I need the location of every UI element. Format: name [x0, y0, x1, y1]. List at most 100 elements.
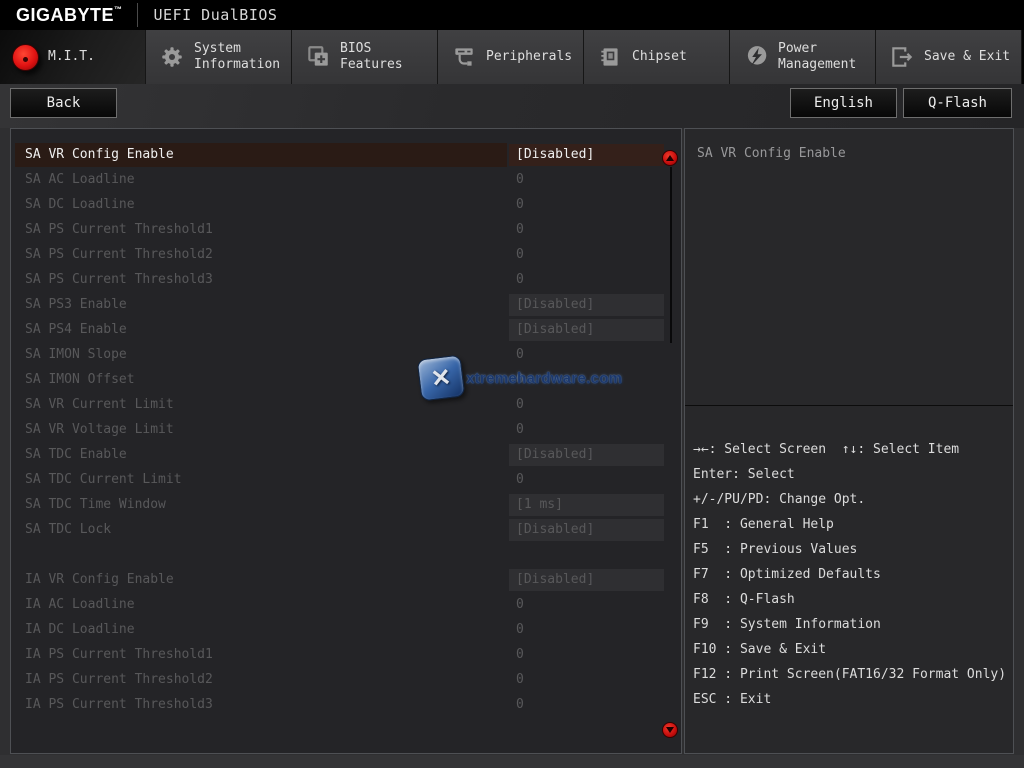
qflash-button[interactable]: Q-Flash [903, 88, 1012, 118]
setting-value: [Disabled] [516, 572, 594, 587]
setting-label: SA TDC Current Limit [25, 472, 182, 487]
settings-row[interactable]: SA VR Config Enable [Disabled] [11, 143, 681, 168]
settings-row[interactable]: IA AC Loadline 0 [11, 593, 681, 618]
tab-label: M.I.T. [48, 49, 145, 65]
setting-value: [Disabled] [516, 297, 594, 312]
mit-red-dot-icon [12, 44, 39, 71]
tab-power-management[interactable]: Power Management [730, 30, 876, 84]
setting-label: SA TDC Lock [25, 522, 111, 537]
bios-features-icon [304, 44, 331, 71]
key-legend: →←: Select Screen ↑↓: Select ItemEnter: … [693, 437, 1011, 712]
help-title: SA VR Config Enable [697, 146, 846, 161]
settings-row[interactable]: IA PS Current Threshold3 0 [11, 693, 681, 718]
settings-row[interactable]: SA VR Voltage Limit 0 [11, 418, 681, 443]
toolbar: Back English Q-Flash [0, 84, 1024, 128]
setting-value: 0 [516, 697, 524, 712]
legend-line: F12 : Print Screen(FAT16/32 Format Only) [693, 662, 1011, 687]
setting-label: SA PS Current Threshold1 [25, 222, 213, 237]
setting-label: SA IMON Offset [25, 372, 135, 387]
setting-label: SA IMON Slope [25, 347, 127, 362]
tab-mit[interactable]: M.I.T. [0, 30, 146, 84]
settings-list: SA VR Config Enable [Disabled] SA AC Loa… [11, 143, 681, 718]
gear-icon [158, 44, 185, 71]
legend-line: Enter: Select [693, 462, 1011, 487]
save-exit-icon [888, 44, 915, 71]
settings-row[interactable]: SA IMON Offset 0 [11, 368, 681, 393]
settings-row[interactable]: IA PS Current Threshold2 0 [11, 668, 681, 693]
settings-row[interactable]: SA TDC Time Window [1 ms] [11, 493, 681, 518]
setting-value: [Disabled] [516, 322, 594, 337]
setting-value: 0 [516, 597, 524, 612]
product-title: UEFI DualBIOS [154, 6, 278, 24]
setting-value: 0 [516, 472, 524, 487]
settings-row[interactable]: IA PS Current Threshold1 0 [11, 643, 681, 668]
legend-line: →←: Select Screen ↑↓: Select Item [693, 437, 1011, 462]
setting-label: SA PS Current Threshold3 [25, 272, 213, 287]
settings-row[interactable]: SA TDC Current Limit 0 [11, 468, 681, 493]
settings-row[interactable]: SA PS4 Enable [Disabled] [11, 318, 681, 343]
power-icon [742, 44, 769, 71]
setting-label: IA AC Loadline [25, 597, 135, 612]
settings-row[interactable]: SA PS Current Threshold1 0 [11, 218, 681, 243]
tab-label: Peripherals [486, 49, 583, 65]
setting-label: IA DC Loadline [25, 622, 135, 637]
legend-line: F1 : General Help [693, 512, 1011, 537]
setting-label: SA VR Voltage Limit [25, 422, 174, 437]
settings-row[interactable]: SA VR Current Limit 0 [11, 393, 681, 418]
setting-label: SA PS4 Enable [25, 322, 127, 337]
settings-row[interactable]: SA AC Loadline 0 [11, 168, 681, 193]
legend-line: ESC : Exit [693, 687, 1011, 712]
tab-system-information[interactable]: System Information [146, 30, 292, 84]
tab-peripherals[interactable]: Peripherals [438, 30, 584, 84]
settings-row[interactable]: SA TDC Lock [Disabled] [11, 518, 681, 543]
setting-value: [Disabled] [516, 447, 594, 462]
tab-chipset[interactable]: Chipset [584, 30, 730, 84]
gigabyte-logo: GIGABYTE™ [16, 5, 123, 26]
setting-label: SA DC Loadline [25, 197, 135, 212]
scroll-down-icon[interactable] [662, 722, 678, 738]
legend-line: F8 : Q-Flash [693, 587, 1011, 612]
setting-label: SA VR Current Limit [25, 397, 174, 412]
tab-label: System Information [194, 41, 291, 73]
setting-label: IA PS Current Threshold1 [25, 647, 213, 662]
tab-label: Save & Exit [924, 49, 1021, 65]
setting-value: 0 [516, 372, 524, 387]
settings-row[interactable] [11, 543, 681, 568]
setting-value: [Disabled] [516, 522, 594, 537]
settings-row[interactable]: SA PS Current Threshold2 0 [11, 243, 681, 268]
tab-label: BIOS Features [340, 41, 437, 73]
tab-label: Chipset [632, 49, 729, 65]
setting-value: 0 [516, 197, 524, 212]
setting-label: SA TDC Enable [25, 447, 127, 462]
settings-row[interactable]: SA DC Loadline 0 [11, 193, 681, 218]
scroll-up-icon[interactable] [662, 150, 678, 166]
settings-row[interactable]: SA IMON Slope 0 [11, 343, 681, 368]
tab-bios-features[interactable]: BIOS Features [292, 30, 438, 84]
setting-label: SA PS3 Enable [25, 297, 127, 312]
scrollbar-thumb[interactable] [670, 167, 672, 343]
back-button[interactable]: Back [10, 88, 117, 118]
settings-row[interactable]: SA PS Current Threshold3 0 [11, 268, 681, 293]
language-button[interactable]: English [790, 88, 897, 118]
setting-value: 0 [516, 647, 524, 662]
setting-value: 0 [516, 222, 524, 237]
settings-row[interactable]: SA PS3 Enable [Disabled] [11, 293, 681, 318]
setting-value: 0 [516, 172, 524, 187]
peripherals-icon [450, 44, 477, 71]
main-menu-tabbar: M.I.T. System Information BIOS Features [0, 30, 1024, 84]
settings-row[interactable]: SA TDC Enable [Disabled] [11, 443, 681, 468]
setting-label: IA VR Config Enable [25, 572, 174, 587]
setting-label: IA PS Current Threshold2 [25, 672, 213, 687]
setting-value: 0 [516, 347, 524, 362]
help-divider [685, 405, 1013, 406]
setting-label: SA TDC Time Window [25, 497, 166, 512]
setting-value: [1 ms] [516, 497, 563, 512]
legend-line: F5 : Previous Values [693, 537, 1011, 562]
settings-panel: SA VR Config Enable [Disabled] SA AC Loa… [10, 128, 682, 754]
tab-save-exit[interactable]: Save & Exit [876, 30, 1022, 84]
legend-line: F10 : Save & Exit [693, 637, 1011, 662]
setting-label: SA VR Config Enable [25, 147, 174, 162]
settings-row[interactable]: IA VR Config Enable [Disabled] [11, 568, 681, 593]
tab-label: Power Management [778, 41, 875, 73]
settings-row[interactable]: IA DC Loadline 0 [11, 618, 681, 643]
